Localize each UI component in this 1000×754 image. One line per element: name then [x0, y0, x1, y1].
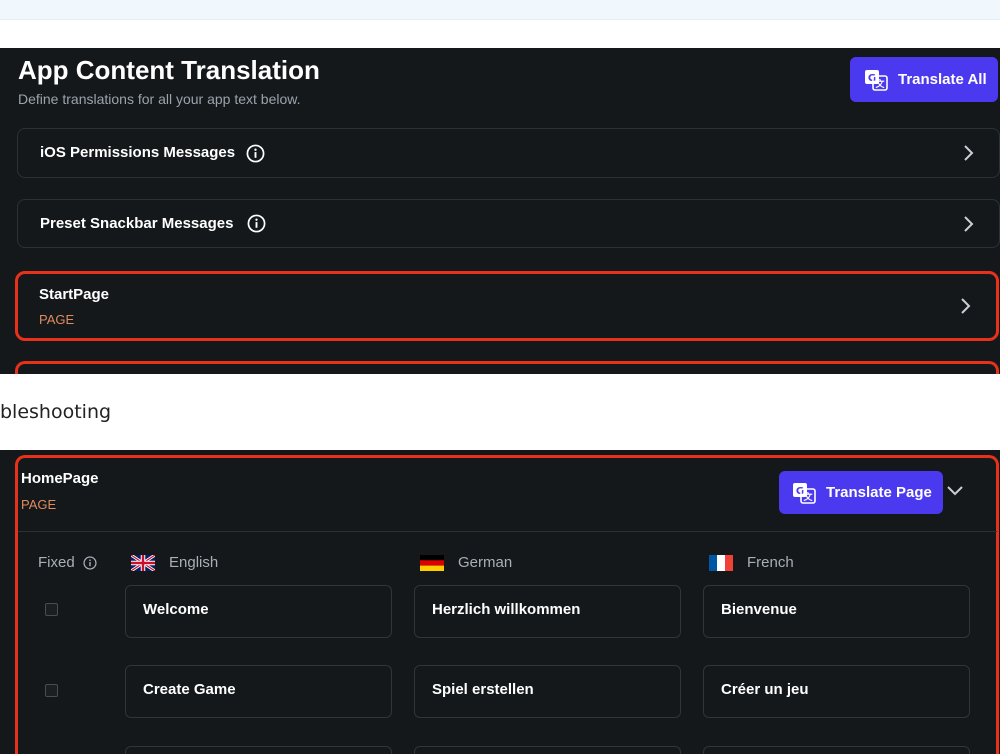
home-page-type-badge: PAGE: [21, 497, 57, 512]
column-french-label: French: [747, 554, 794, 571]
page-subtitle: Define translations for all your app tex…: [18, 91, 301, 107]
translation-panel-bottom: HomePage PAGE G 文 Translate Page Fixed E: [0, 450, 1000, 754]
info-icon[interactable]: [246, 144, 265, 163]
info-icon[interactable]: [247, 214, 266, 233]
translation-field-french[interactable]: [703, 746, 970, 754]
flag-uk-icon: [131, 554, 155, 571]
section-ios-permissions[interactable]: iOS Permissions Messages: [17, 128, 1000, 178]
section-preset-snackbar-label: Preset Snackbar Messages: [40, 215, 234, 232]
translation-field-german[interactable]: Herzlich willkommen: [414, 585, 681, 638]
section-preset-snackbar[interactable]: Preset Snackbar Messages: [17, 199, 1000, 248]
chevron-right-icon[interactable]: [958, 296, 972, 316]
section-ios-permissions-label: iOS Permissions Messages: [40, 144, 236, 161]
column-header-fixed: Fixed: [38, 554, 97, 571]
overlay-document-text: bleshooting: [0, 401, 112, 423]
translation-panel-top: App Content Translation Define translati…: [0, 48, 1000, 374]
chevron-down-icon[interactable]: [946, 484, 964, 498]
start-page-label: StartPage: [39, 286, 110, 303]
translate-page-button[interactable]: G 文 Translate Page: [779, 471, 943, 514]
column-english-label: English: [169, 554, 219, 571]
column-header-french: French: [709, 554, 794, 571]
home-page-label: HomePage: [21, 470, 99, 487]
translation-field-french[interactable]: Bienvenue: [703, 585, 970, 638]
translation-field-french[interactable]: Créer un jeu: [703, 665, 970, 718]
section-next-highlighted: [15, 361, 999, 374]
chevron-right-icon[interactable]: [961, 143, 975, 163]
fixed-checkbox[interactable]: [45, 603, 58, 616]
start-page-type-badge: PAGE: [39, 312, 75, 327]
flag-germany-icon: [420, 554, 444, 571]
translate-page-label: Translate Page: [826, 484, 932, 501]
fixed-checkbox[interactable]: [45, 684, 58, 697]
translation-field-german[interactable]: [414, 746, 681, 754]
column-german-label: German: [458, 554, 513, 571]
translate-icon: G 文: [793, 482, 816, 504]
flag-france-icon: [709, 554, 733, 571]
page-title: App Content Translation: [18, 55, 320, 85]
translation-field-german[interactable]: Spiel erstellen: [414, 665, 681, 718]
svg-text:文: 文: [874, 78, 885, 90]
translation-field-english[interactable]: Create Game: [125, 665, 392, 718]
info-icon[interactable]: [83, 555, 97, 570]
svg-text:文: 文: [802, 491, 813, 503]
section-start-page[interactable]: StartPage PAGE: [15, 271, 999, 341]
column-header-english: English: [131, 554, 218, 571]
home-divider: [18, 531, 997, 532]
column-header-german: German: [420, 554, 512, 571]
translation-field-english[interactable]: Welcome: [125, 585, 392, 638]
chevron-right-icon[interactable]: [961, 214, 975, 234]
column-fixed-label: Fixed: [38, 554, 75, 571]
translation-field-english[interactable]: [125, 746, 392, 754]
translate-icon: G 文: [865, 69, 888, 91]
translate-all-button[interactable]: G 文 Translate All: [850, 57, 998, 102]
overlay-document-band: [0, 374, 1000, 450]
browser-top-strip: [0, 0, 1000, 20]
translate-all-label: Translate All: [898, 71, 987, 88]
